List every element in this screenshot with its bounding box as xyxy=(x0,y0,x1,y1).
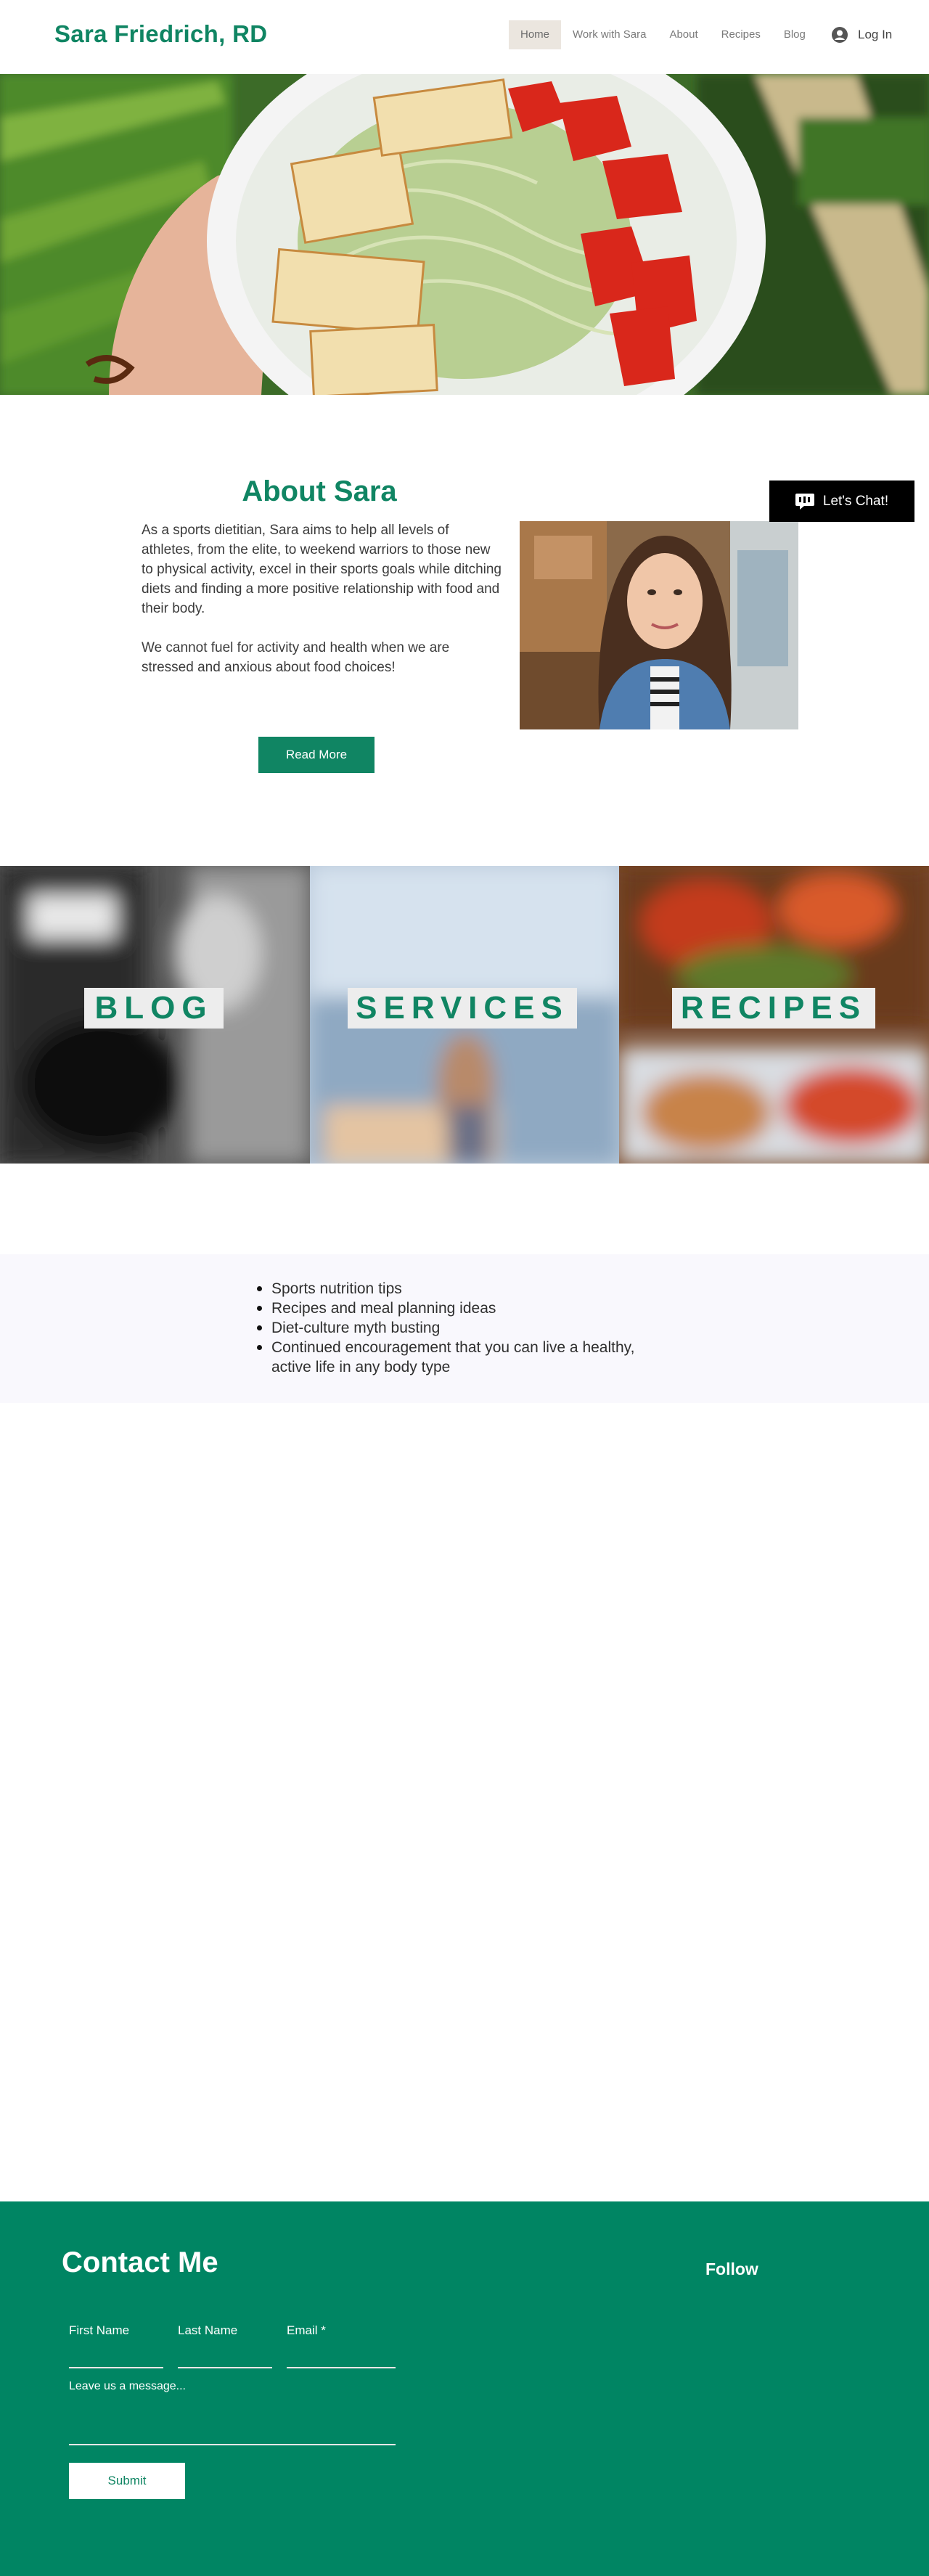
submit-button[interactable]: Submit xyxy=(69,2463,185,2499)
tile-blog-label: BLOG xyxy=(84,988,224,1029)
about-title: About Sara xyxy=(242,475,397,507)
first-name-field[interactable] xyxy=(69,2367,163,2368)
list-item: Recipes and meal planning ideas xyxy=(257,1299,678,1318)
benefits-section: Sports nutrition tips Recipes and meal p… xyxy=(0,1254,929,1403)
message-field[interactable] xyxy=(69,2444,396,2445)
tile-services[interactable]: SERVICES xyxy=(310,866,619,1164)
nav-about[interactable]: About xyxy=(658,20,709,49)
nav-blog[interactable]: Blog xyxy=(772,20,817,49)
read-more-button[interactable]: Read More xyxy=(258,737,375,773)
portrait-photo xyxy=(520,521,798,729)
user-avatar-icon xyxy=(832,27,848,43)
tile-blog[interactable]: BLOG xyxy=(0,866,310,1164)
tile-recipes-label: RECIPES xyxy=(672,988,875,1029)
benefits-list: Sports nutrition tips Recipes and meal p… xyxy=(257,1279,678,1377)
tile-recipes[interactable]: RECIPES xyxy=(619,866,929,1164)
chat-bubble-icon xyxy=(795,493,814,510)
nav-work-with-sara[interactable]: Work with Sara xyxy=(561,20,658,49)
chat-label: Let's Chat! xyxy=(822,493,889,509)
last-name-label: Last Name xyxy=(178,2323,238,2337)
site-header: Sara Friedrich, RD Home Work with Sara A… xyxy=(0,0,929,74)
tile-services-label: SERVICES xyxy=(348,988,577,1029)
login-label: Log In xyxy=(858,28,893,41)
contact-footer: Contact Me Follow First Name Last Name E… xyxy=(0,2201,929,2576)
follow-heading: Follow xyxy=(705,2260,758,2278)
email-field[interactable] xyxy=(287,2367,396,2368)
chat-button[interactable]: Let's Chat! xyxy=(769,481,914,522)
message-label: Leave us a message... xyxy=(69,2380,186,2392)
site-title[interactable]: Sara Friedrich, RD xyxy=(54,20,267,48)
nav-recipes[interactable]: Recipes xyxy=(710,20,772,49)
nav-home[interactable]: Home xyxy=(509,20,562,49)
main-nav: Home Work with Sara About Recipes Blog xyxy=(509,20,817,49)
list-item: Sports nutrition tips xyxy=(257,1279,678,1299)
first-name-label: First Name xyxy=(69,2323,130,2337)
about-text: As a sports dietitian, Sara aims to help… xyxy=(142,520,504,677)
category-tiles: BLOG SERVICES RECIPES xyxy=(0,866,929,1164)
last-name-field[interactable] xyxy=(178,2367,272,2368)
login-button[interactable]: Log In xyxy=(832,23,892,46)
list-item: Diet-culture myth busting xyxy=(257,1318,678,1338)
hero-image xyxy=(0,74,929,395)
contact-title: Contact Me xyxy=(62,2246,218,2278)
about-paragraph: As a sports dietitian, Sara aims to help… xyxy=(142,523,502,616)
list-item: Continued encouragement that you can liv… xyxy=(257,1338,678,1377)
about-paragraph: We cannot fuel for activity and health w… xyxy=(142,640,450,675)
email-label: Email * xyxy=(287,2323,326,2337)
